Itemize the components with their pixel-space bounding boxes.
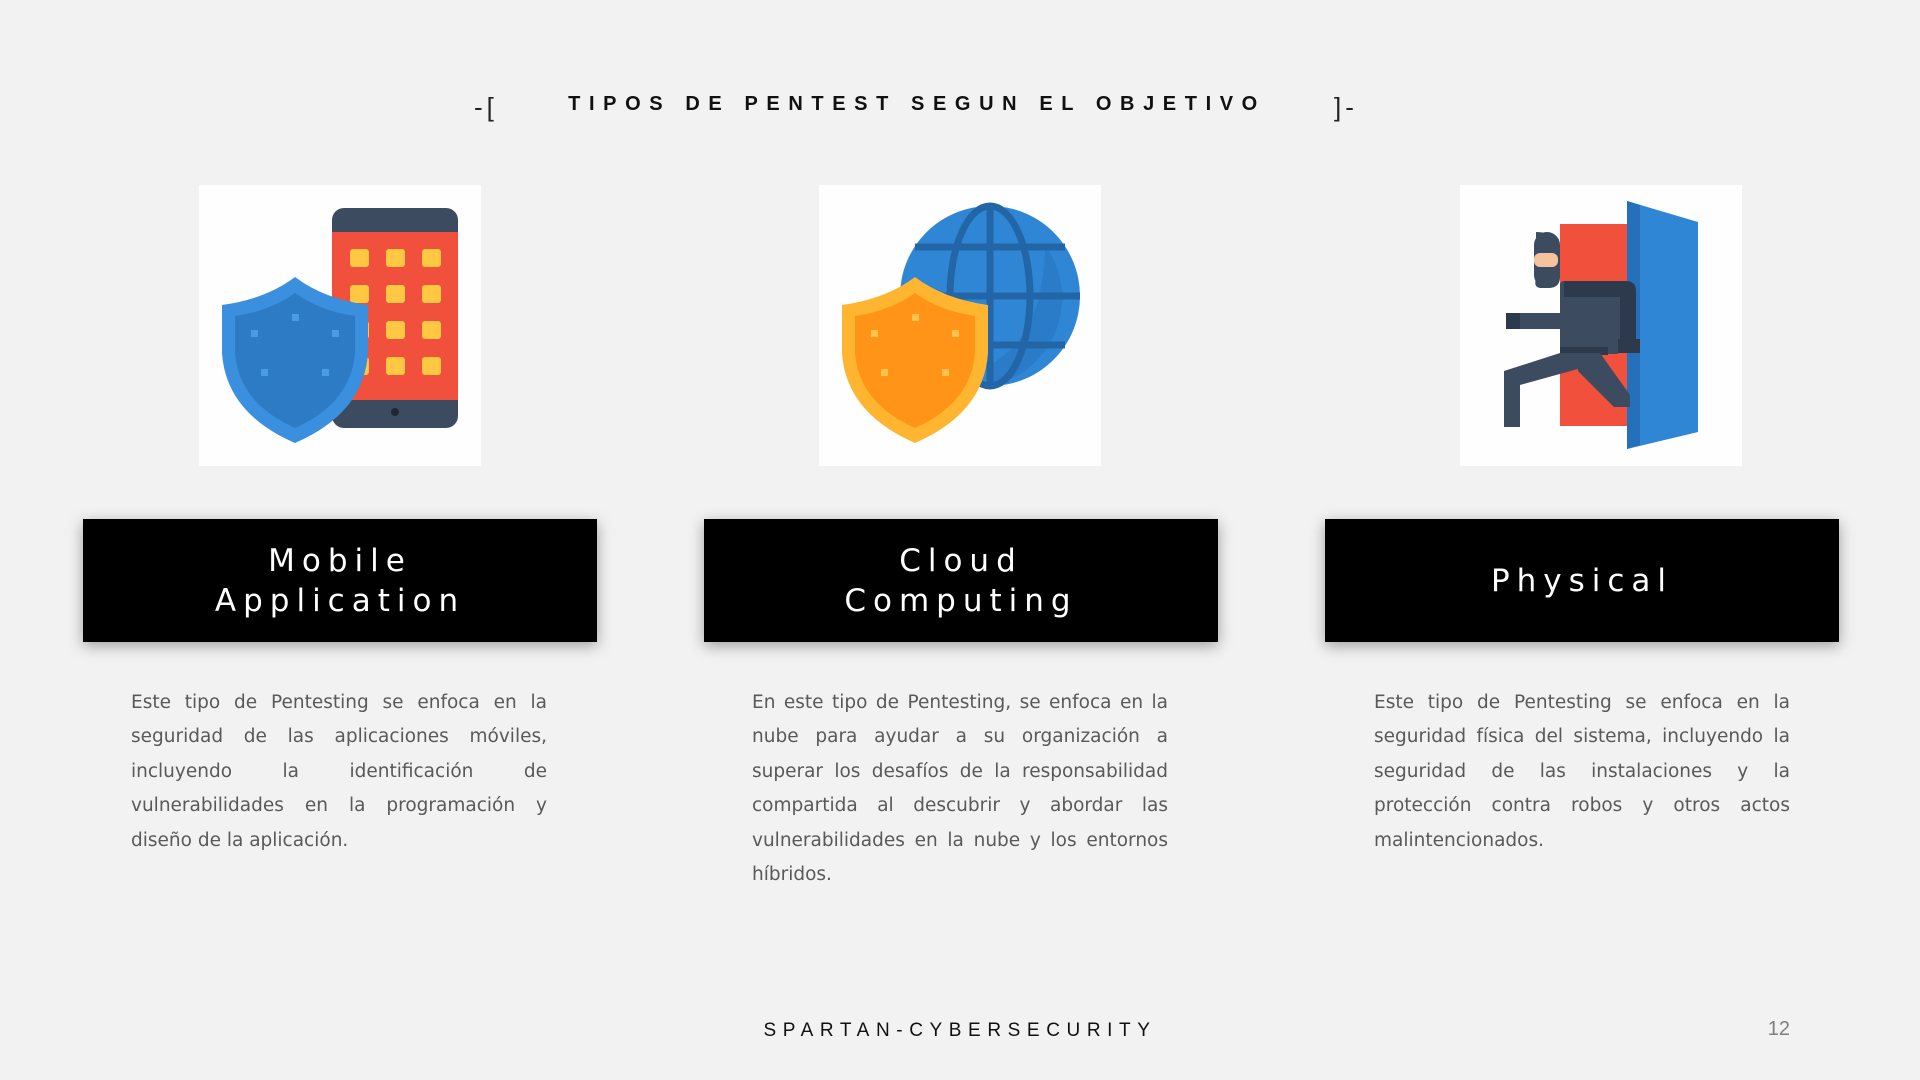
card-title-line1: Physical (1490, 562, 1674, 599)
footer-brand: SPARTAN-CYBERSECURITY (763, 1020, 1157, 1041)
card-title-cloud-computing: Cloud Computing (704, 519, 1218, 642)
card-title-line2: Application (214, 582, 466, 619)
card-title-line1: Cloud (899, 542, 1023, 579)
header-bracket-right: ]- (1334, 92, 1358, 122)
header-bracket-left: -[ (474, 92, 498, 122)
card-description-mobile: Este tipo de Pentesting se enfoca en la … (131, 692, 547, 851)
card-title-physical: Physical (1325, 519, 1839, 642)
card-title-text: Cloud Computing (844, 541, 1077, 621)
card-title-line2: Computing (844, 582, 1078, 619)
card-title-mobile-application: Mobile Application (83, 519, 597, 642)
card-description-physical: Este tipo de Pentesting se enfoca en la … (1374, 692, 1790, 851)
card-description-cloud: En este tipo de Pentesting, se enfoca en… (752, 692, 1168, 886)
shield-globe-icon (819, 185, 1101, 466)
page-number: 12 (1767, 1018, 1790, 1040)
shield-phone-icon (199, 185, 481, 466)
intruder-door-icon (1460, 185, 1742, 466)
slide: -[ TIPOS DE PENTEST SEGUN EL OBJETIVO ]- (0, 0, 1920, 1080)
slide-title: TIPOS DE PENTEST SEGUN EL OBJETIVO (568, 93, 1266, 115)
card-title-text: Physical (1491, 561, 1673, 601)
card-title-line1: Mobile (268, 542, 412, 579)
card-title-text: Mobile Application (215, 541, 465, 621)
